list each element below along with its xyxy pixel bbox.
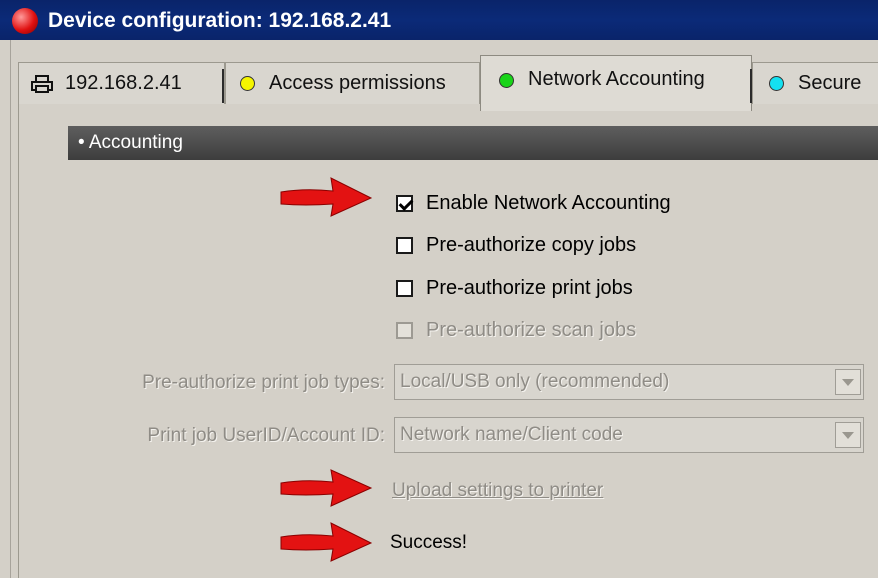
tab-label: Network Accounting	[528, 68, 705, 90]
preauthorize-print-checkbox[interactable]: Pre-authorize print jobs	[396, 277, 633, 300]
title-bar: Device configuration: 192.168.2.41	[0, 0, 878, 40]
red-arrow-icon	[280, 177, 373, 217]
checkbox-box	[396, 322, 413, 339]
upload-settings-link[interactable]: Upload settings to printer	[392, 480, 603, 502]
select-value: Network name/Client code	[400, 424, 623, 445]
checkbox-box[interactable]	[396, 237, 413, 254]
printer-icon	[31, 74, 53, 93]
preauthorize-copy-checkbox[interactable]: Pre-authorize copy jobs	[396, 234, 636, 257]
preauthorize-scan-checkbox: Pre-authorize scan jobs	[396, 319, 636, 342]
tab-label: Access permissions	[269, 72, 446, 94]
chevron-down-icon	[835, 369, 861, 395]
checkbox-label: Pre-authorize copy jobs	[426, 234, 637, 256]
print-job-types-select: Local/USB only (recommended)	[394, 364, 864, 400]
red-arrow-icon	[280, 522, 373, 562]
tab-label: 192.168.2.41	[65, 72, 182, 94]
app-red-orb-icon	[12, 8, 38, 34]
tab-separator	[222, 69, 224, 103]
tab-label: Secure	[798, 72, 862, 94]
user-account-id-label: Print job UserID/Account ID:	[147, 425, 385, 446]
green-dot-icon	[499, 73, 514, 88]
enable-network-accounting-checkbox[interactable]: Enable Network Accounting	[396, 192, 671, 215]
status-message: Success!	[390, 532, 468, 553]
tab-device-ip[interactable]: 192.168.2.41	[18, 62, 225, 104]
chevron-down-icon	[835, 422, 861, 448]
cyan-dot-icon	[769, 76, 784, 91]
accounting-section-header: • Accounting	[68, 126, 878, 160]
checkbox-label: Pre-authorize print jobs	[426, 277, 633, 299]
checkbox-box[interactable]	[396, 280, 413, 297]
checkbox-label: Enable Network Accounting	[426, 192, 671, 214]
print-job-types-label: Pre-authorize print job types:	[142, 372, 385, 393]
window-frame-left	[0, 40, 11, 578]
checkbox-label: Pre-authorize scan jobs	[426, 319, 637, 341]
red-arrow-icon	[280, 469, 373, 507]
select-value: Local/USB only (recommended)	[400, 371, 670, 392]
tab-secure[interactable]: Secure	[752, 62, 878, 104]
checkbox-box[interactable]	[396, 195, 413, 212]
window-title: Device configuration: 192.168.2.41	[48, 9, 392, 32]
user-account-id-select: Network name/Client code	[394, 417, 864, 453]
tab-access-permissions[interactable]: Access permissions	[225, 62, 480, 104]
yellow-dot-icon	[240, 76, 255, 91]
tab-network-accounting[interactable]: Network Accounting	[480, 55, 752, 111]
